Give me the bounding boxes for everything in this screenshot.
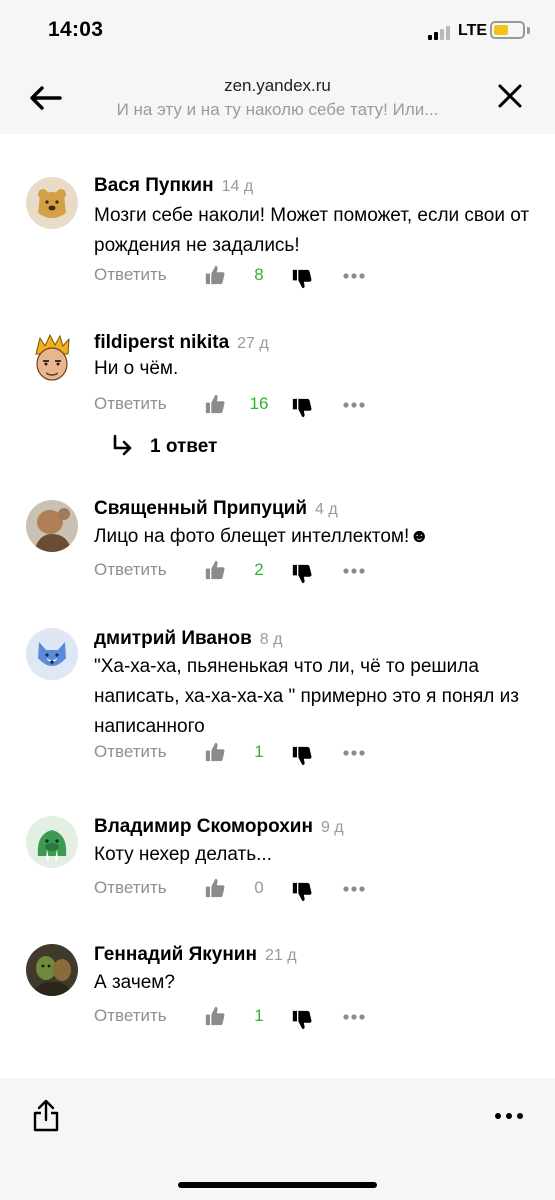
thumbs-up-icon[interactable]: [204, 877, 226, 899]
avatar[interactable]: [26, 500, 78, 552]
comment-text: Ни о чём.: [94, 358, 179, 379]
avatar[interactable]: [26, 628, 78, 680]
comment-actions: Ответить 16: [94, 394, 394, 418]
like-count: 1: [254, 1006, 264, 1025]
comment-text: "Ха-ха-ха, пьяненькая что ли, чё то реши…: [94, 656, 519, 737]
cartoon-face-avatar-icon: [26, 332, 78, 384]
thumbs-down-icon[interactable]: [291, 881, 313, 903]
comments-list: Вася Пупкин 14 д Мозги себе наколи! Может…: [0, 134, 555, 1078]
cellular-signal-icon: [428, 24, 454, 40]
share-button[interactable]: [30, 1098, 62, 1132]
comment-header: Геннадий Якунин 21 д: [94, 944, 297, 966]
close-icon: [498, 84, 522, 108]
photo-avatar-icon: [26, 944, 78, 996]
thumbs-up-icon[interactable]: [204, 741, 226, 763]
avatar[interactable]: [26, 177, 78, 229]
more-horizontal-icon[interactable]: [342, 265, 366, 287]
thumbs-down-icon[interactable]: [291, 745, 313, 767]
comment-header: Священный Припуций 4 д: [94, 498, 338, 520]
bottom-toolbar: [0, 1078, 555, 1200]
back-button[interactable]: [28, 80, 64, 116]
comment-header: fildiperst nikita 27 д: [94, 332, 269, 354]
thumbs-up-icon[interactable]: [204, 1005, 226, 1027]
comment-author[interactable]: Владимир Скоморохин: [94, 816, 313, 837]
like-count: 0: [254, 878, 264, 897]
reply-button[interactable]: Ответить: [94, 878, 167, 898]
home-indicator: [178, 1182, 377, 1188]
comment-age: 27 д: [237, 335, 269, 352]
like-count: 1: [254, 742, 264, 761]
reply-button[interactable]: Ответить: [94, 394, 167, 414]
comment-author[interactable]: fildiperst nikita: [94, 332, 229, 353]
reply-button[interactable]: Ответить: [94, 265, 167, 285]
more-horizontal-icon[interactable]: [342, 560, 366, 582]
avatar[interactable]: [26, 944, 78, 996]
battery-icon: [490, 21, 525, 39]
comment-age: 9 д: [320, 819, 344, 836]
comment-header: Вася Пупкин 14 д: [94, 175, 253, 197]
bear-avatar-icon: [26, 177, 78, 229]
thumbs-up-icon[interactable]: [204, 559, 226, 581]
reply-button[interactable]: Ответить: [94, 560, 167, 580]
photo-avatar-icon: [26, 500, 78, 552]
page-domain: zen.yandex.ru: [224, 76, 331, 95]
comment-header: дмитрий Иванов 8 д: [94, 628, 282, 650]
close-button[interactable]: [494, 80, 526, 112]
reply-arrow-icon: [113, 434, 132, 456]
walrus-avatar-icon: [26, 816, 78, 868]
more-horizontal-icon[interactable]: [342, 878, 366, 900]
battery-tip: [527, 27, 530, 34]
comment-author[interactable]: Вася Пупкин: [94, 175, 214, 196]
status-time: 14:03: [48, 18, 104, 41]
more-horizontal-icon[interactable]: [342, 1006, 366, 1028]
comment-text: Лицо на фото блещет интеллектом!☻: [94, 526, 430, 547]
more-horizontal-icon: [495, 1113, 523, 1119]
comment-actions: Ответить 1: [94, 742, 394, 766]
more-horizontal-icon[interactable]: [342, 394, 366, 416]
share-icon: [33, 1099, 59, 1132]
comment-age: 14 д: [221, 178, 254, 195]
reply-button[interactable]: Ответить: [94, 742, 167, 762]
like-count: 2: [254, 560, 264, 579]
menu-button[interactable]: [494, 1106, 524, 1126]
comment-age: 21 д: [264, 947, 297, 964]
browser-header: zen.yandex.ru И на эту и на ту наколю се…: [0, 62, 555, 134]
comment-text: Мозги себе наколи! Может поможет, если с…: [94, 205, 530, 256]
comment-actions: Ответить 8: [94, 265, 394, 289]
fox-avatar-icon: [26, 628, 78, 680]
comment-actions: Ответить 2: [94, 560, 394, 584]
comment-header: Владимир Скоморохин 9 д: [94, 816, 344, 838]
arrow-left-icon: [30, 86, 62, 110]
thumbs-up-icon[interactable]: [204, 264, 226, 286]
avatar[interactable]: [26, 816, 78, 868]
thumbs-down-icon[interactable]: [291, 268, 313, 290]
comment-age: 8 д: [259, 631, 283, 648]
replies-count: 1 ответ: [150, 436, 218, 457]
comment-author[interactable]: Священный Припуций: [94, 498, 307, 519]
comment-author[interactable]: Геннадий Якунин: [94, 944, 257, 965]
comment-author[interactable]: дмитрий Иванов: [94, 628, 252, 649]
like-count: 8: [254, 265, 264, 284]
like-count: 16: [249, 394, 269, 413]
more-horizontal-icon[interactable]: [342, 742, 366, 764]
thumbs-down-icon[interactable]: [291, 563, 313, 585]
comment-age: 4 д: [315, 501, 338, 518]
thumbs-down-icon[interactable]: [291, 397, 313, 419]
comment-actions: Ответить 1: [94, 1006, 394, 1030]
thumbs-down-icon[interactable]: [291, 1009, 313, 1031]
status-bar: 14:03 LTE: [0, 0, 555, 62]
reply-button[interactable]: Ответить: [94, 1006, 167, 1026]
article-title: И на эту и на ту наколю себе тату! Или..…: [116, 100, 439, 119]
network-type: LTE: [458, 22, 488, 39]
comment-text: Коту нехер делать...: [94, 844, 272, 865]
thumbs-up-icon[interactable]: [204, 393, 226, 415]
avatar[interactable]: [26, 332, 78, 384]
comment-actions: Ответить 0: [94, 878, 394, 902]
comment-text: А зачем?: [94, 972, 175, 993]
